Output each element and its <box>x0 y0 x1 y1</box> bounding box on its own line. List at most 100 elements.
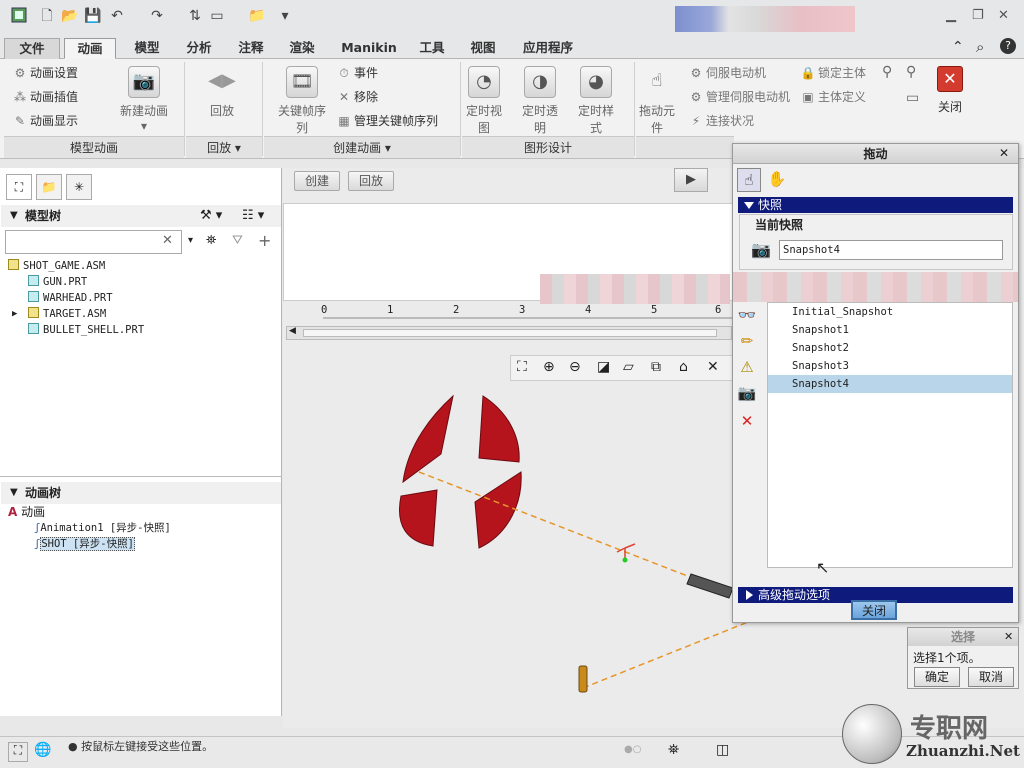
dialog-close-icon[interactable]: ✕ <box>999 146 1009 160</box>
file-menu[interactable]: 文件 <box>4 38 60 59</box>
window-close-icon[interactable]: ✕ <box>998 8 1009 23</box>
frame-icon[interactable]: ▭ <box>906 90 919 106</box>
repaint-icon[interactable]: ◪ <box>597 359 610 375</box>
folder-browser-tab[interactable]: 📁 <box>36 174 62 200</box>
snapshot-section-header[interactable]: 快照 <box>738 197 1013 213</box>
animation-tree-header[interactable]: 动画树 <box>1 482 281 504</box>
snapshot-camera-icon[interactable]: 📷 <box>751 240 771 259</box>
playback-button[interactable]: ◀▶ 回放 <box>196 66 248 119</box>
current-snapshot-field[interactable]: Snapshot4 <box>779 240 1003 260</box>
filter-icon[interactable]: ⛛ <box>232 233 243 248</box>
binoculars-icon[interactable]: ⛯ <box>206 233 216 248</box>
tab-render[interactable]: 渲染 <box>279 38 325 59</box>
tab-analysis[interactable]: 分析 <box>176 38 222 59</box>
close-window-icon[interactable]: 📁 <box>248 7 266 25</box>
new-file-icon[interactable]: 🗋 <box>38 7 56 25</box>
snapshot-item[interactable]: Snapshot1 <box>768 321 1012 339</box>
body-drag-icon[interactable]: ✋ <box>765 168 789 192</box>
collapse-ribbon-icon[interactable]: ⌃ <box>952 39 964 55</box>
timeline-scrollbar[interactable]: ◀ <box>286 326 732 340</box>
select-ok-button[interactable]: 确定 <box>914 667 960 687</box>
tab-annotation[interactable]: 注释 <box>228 38 274 59</box>
drag-dialog-close-button[interactable]: 关闭 <box>851 600 897 620</box>
tab-animation[interactable]: 动画 <box>64 38 116 59</box>
redo-icon[interactable]: ↷ <box>148 7 166 25</box>
update-snapshot-icon[interactable]: 📷 <box>736 382 758 404</box>
orient-icon[interactable]: ▱ <box>623 359 634 375</box>
tab-applications[interactable]: 应用程序 <box>512 38 584 59</box>
save-icon[interactable]: 💾 <box>84 7 102 25</box>
manage-keyframe-button[interactable]: ▦ 管理关键帧序列 <box>336 111 438 131</box>
customize-toolbar-icon[interactable]: ▾ <box>276 7 294 25</box>
new-animation-button[interactable]: 📷 新建动画 ▾ <box>118 66 170 133</box>
anim-item-shot[interactable]: ʃSHOT [异步-快照] <box>8 536 278 552</box>
lock-body-button[interactable]: 🔒 锁定主体 <box>800 63 867 83</box>
tab-manikin[interactable]: Manikin <box>334 38 404 59</box>
scroll-left-icon[interactable]: ◀ <box>289 326 296 336</box>
model-tree-header[interactable]: 模型树 <box>1 205 281 227</box>
favorites-tab[interactable]: ✳ <box>66 174 92 200</box>
playback-toggle-button[interactable]: 回放 <box>348 171 395 191</box>
anim-settings-button[interactable]: ⚙ 动画设置 <box>12 63 78 83</box>
tree-filter-list-icon[interactable]: ☷ ▾ <box>242 208 264 223</box>
regenerate-icon[interactable]: ⇅ <box>186 7 204 25</box>
servo-motor-button[interactable]: ⚙ 伺服电动机 <box>688 63 766 83</box>
view-manager-icon[interactable]: ⌂ <box>679 359 688 375</box>
delete-snapshot-icon[interactable]: ✕ <box>736 410 758 432</box>
model-3d-view[interactable] <box>283 384 753 714</box>
anim-interpolation-button[interactable]: ⁂ 动画插值 <box>12 87 78 107</box>
select-cancel-button[interactable]: 取消 <box>968 667 1014 687</box>
browser-toggle-icon[interactable]: 🌐 <box>34 742 51 758</box>
group-playback[interactable]: 回放 ▾ <box>186 136 262 158</box>
open-folder-icon[interactable]: 📂 <box>61 7 79 25</box>
manage-servo-button[interactable]: ⚙ 管理伺服电动机 <box>688 87 790 107</box>
remove-button[interactable]: ✕ 移除 <box>336 87 378 107</box>
find-icon[interactable]: ⛯ <box>668 742 679 758</box>
drag-component-button[interactable]: ☝ 拖动元件 <box>638 66 676 136</box>
restore-icon[interactable]: ❐ <box>972 8 984 23</box>
snapshot-item[interactable]: Snapshot3 <box>768 357 1012 375</box>
tab-model[interactable]: 模型 <box>124 38 170 59</box>
point-drag-icon[interactable]: ☝ <box>737 168 761 192</box>
search-dropdown-icon[interactable]: ▾ <box>188 235 193 246</box>
tree-settings-icon[interactable]: ⚒ ▾ <box>200 208 222 223</box>
zoom-icon[interactable]: ⚲ <box>882 64 892 80</box>
show-snapshot-icon[interactable]: 👓 <box>736 304 758 326</box>
group-create-animation[interactable]: 创建动画 ▾ <box>264 136 460 158</box>
anim-display-button[interactable]: ✎ 动画显示 <box>12 111 78 131</box>
refit-icon[interactable]: ⛶ <box>517 359 527 375</box>
select-close-icon[interactable]: ✕ <box>1004 630 1013 643</box>
minimize-icon[interactable]: ▁ <box>946 8 956 23</box>
close-ribbon-button[interactable]: ✕ 关闭 <box>932 66 968 115</box>
zoom-out-icon[interactable]: ⊖ <box>569 359 581 375</box>
body-definition-button[interactable]: ▣ 主体定义 <box>800 87 866 107</box>
connection-status-button[interactable]: ⚡ 连接状况 <box>688 111 754 131</box>
snapshot-item[interactable]: Snapshot2 <box>768 339 1012 357</box>
tree-item-warhead[interactable]: WARHEAD.PRT <box>8 290 278 306</box>
datum-display-icon[interactable]: ✕ <box>707 359 719 375</box>
constraint-icon[interactable]: ⚠ <box>736 356 758 378</box>
tab-tools[interactable]: 工具 <box>409 38 455 59</box>
selection-filter-icon[interactable]: ◫ <box>716 742 729 758</box>
snapshot-item[interactable]: Initial_Snapshot <box>768 303 1012 321</box>
snapshot-item-selected[interactable]: Snapshot4 <box>768 375 1012 393</box>
event-button[interactable]: ⏱ 事件 <box>336 63 378 83</box>
tree-search-input[interactable] <box>5 230 182 254</box>
measure-icon[interactable]: ⚲ <box>906 64 916 80</box>
timed-style-button[interactable]: ◕ 定时样式 <box>576 66 616 136</box>
collapse-icon[interactable]: ▼ <box>10 210 18 221</box>
tree-item-target[interactable]: ▶ TARGET.ASM <box>8 306 278 322</box>
tree-item-root[interactable]: SHOT_GAME.ASM <box>8 258 278 274</box>
search-icon[interactable]: ⌕ <box>976 38 984 56</box>
tree-item-bullet-shell[interactable]: BULLET_SHELL.PRT <box>8 322 278 338</box>
add-icon[interactable]: + <box>258 231 271 250</box>
windows-icon[interactable]: ▭ <box>208 7 226 25</box>
timed-transparency-button[interactable]: ◑ 定时透明 <box>520 66 560 136</box>
help-icon[interactable]: ? <box>1000 38 1016 54</box>
edit-snapshot-icon[interactable]: ✏ <box>736 330 758 352</box>
timed-view-button[interactable]: ◔ 定时视图 <box>464 66 504 136</box>
tree-item-gun[interactable]: GUN.PRT <box>8 274 278 290</box>
play-button[interactable]: ▶ <box>674 168 708 192</box>
clear-search-icon[interactable]: ✕ <box>162 233 173 248</box>
create-button[interactable]: 创建 <box>294 171 341 191</box>
